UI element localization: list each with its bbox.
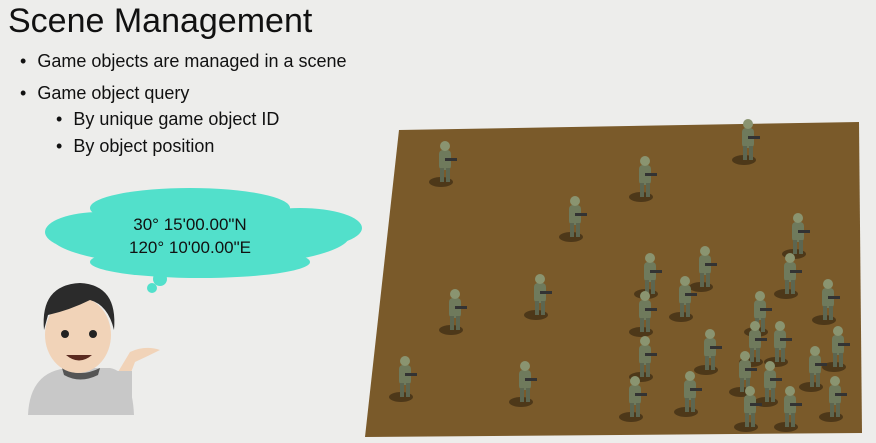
avatar-memoji bbox=[28, 283, 160, 415]
longitude: 120° 10'00.00"E bbox=[129, 238, 251, 257]
latitude: 30° 15'00.00"N bbox=[133, 215, 247, 234]
coordinates-text: 30° 15'00.00"N 120° 10'00.00"E bbox=[100, 213, 280, 259]
